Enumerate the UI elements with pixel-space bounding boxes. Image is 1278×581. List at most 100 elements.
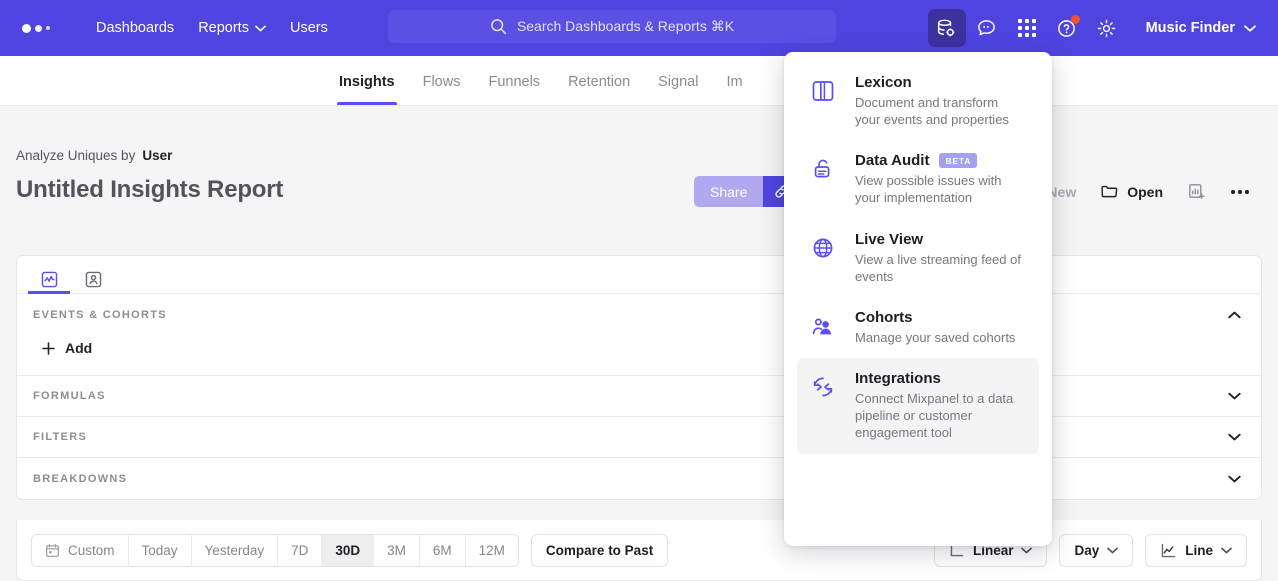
users-tab[interactable] xyxy=(77,265,109,293)
analyze-value[interactable]: User xyxy=(142,148,172,163)
data-management-icon[interactable] xyxy=(928,9,966,47)
chevron-down-icon[interactable] xyxy=(1224,388,1245,404)
section-events-cohorts-header[interactable]: EVENTS & COHORTS xyxy=(17,294,1261,335)
open-report-label: Open xyxy=(1127,184,1163,200)
date-range-6m-label: 6M xyxy=(433,543,452,558)
chevron-down-icon[interactable] xyxy=(1224,471,1245,487)
query-builder-tabs xyxy=(17,256,1261,294)
tab-insights[interactable]: Insights xyxy=(325,74,409,105)
add-event-button[interactable]: Add xyxy=(33,335,100,361)
date-range-12m-label: 12M xyxy=(479,543,505,558)
menu-item-lexicon[interactable]: Lexicon Document and transform your even… xyxy=(797,62,1039,140)
menu-item-integrations[interactable]: Integrations Connect Mixpanel to a data … xyxy=(797,358,1039,453)
tab-signal[interactable]: Signal xyxy=(644,74,712,105)
menu-item-live-view-title: Live View xyxy=(855,231,1025,248)
nav-item-dashboards[interactable]: Dashboards xyxy=(86,13,184,43)
tab-impact[interactable]: Im xyxy=(712,74,756,105)
chevron-up-icon[interactable] xyxy=(1224,307,1245,323)
mixpanel-logo[interactable] xyxy=(22,24,50,33)
compare-to-past-button[interactable]: Compare to Past xyxy=(531,534,668,567)
cohorts-people-icon xyxy=(809,309,839,346)
user-profile-icon xyxy=(84,270,103,289)
menu-item-integrations-label: Integrations xyxy=(855,370,941,387)
menu-item-cohorts-label: Cohorts xyxy=(855,309,913,326)
page-title[interactable]: Untitled Insights Report xyxy=(16,176,283,204)
date-range-custom[interactable]: Custom xyxy=(32,535,129,566)
folder-icon xyxy=(1100,182,1119,201)
date-range-3m-label: 3M xyxy=(387,543,406,558)
more-options-icon xyxy=(1230,189,1250,195)
date-range-3m[interactable]: 3M xyxy=(374,535,420,566)
tab-flows[interactable]: Flows xyxy=(409,74,475,105)
date-range-6m[interactable]: 6M xyxy=(420,535,466,566)
menu-item-live-view[interactable]: Live View View a live streaming feed of … xyxy=(797,219,1039,297)
menu-item-cohorts-desc: Manage your saved cohorts xyxy=(855,329,1025,346)
nav-item-reports-label: Reports xyxy=(198,20,249,36)
query-builder-card: EVENTS & COHORTS Add FORMULAS FILTERS xyxy=(16,255,1262,500)
tab-impact-label: Im xyxy=(726,74,742,90)
add-to-dashboard-button[interactable] xyxy=(1177,176,1216,207)
report-type-tabs: Insights Flows Funnels Retention Signal … xyxy=(0,56,1278,106)
chat-feedback-icon[interactable] xyxy=(968,9,1006,47)
date-range-selector: Custom Today Yesterday 7D 30D 3M 6M 12M xyxy=(31,534,519,567)
top-navigation-bar: Dashboards Reports Users Search Dashboar… xyxy=(0,0,1278,56)
project-selector-label: Music Finder xyxy=(1146,20,1235,36)
search-placeholder: Search Dashboards & Reports ⌘K xyxy=(517,18,734,35)
tab-retention[interactable]: Retention xyxy=(554,74,644,105)
date-range-today-label: Today xyxy=(142,543,178,558)
chart-type-selector-label: Line xyxy=(1185,543,1213,558)
project-selector[interactable]: Music Finder xyxy=(1134,13,1266,43)
tab-retention-label: Retention xyxy=(568,74,630,90)
nav-item-users-label: Users xyxy=(290,20,328,36)
date-range-30d-label: 30D xyxy=(335,543,360,558)
menu-item-data-audit[interactable]: Data Audit BETA View possible issues wit… xyxy=(797,140,1039,218)
tab-funnels-label: Funnels xyxy=(488,74,540,90)
date-range-today[interactable]: Today xyxy=(129,535,192,566)
add-event-label: Add xyxy=(65,340,92,356)
more-options-button[interactable] xyxy=(1220,183,1260,201)
activity-chart-icon xyxy=(40,270,59,289)
section-breakdowns[interactable]: BREAKDOWNS xyxy=(17,458,1261,499)
date-range-yesterday-label: Yesterday xyxy=(205,543,265,558)
apps-grid-glyph xyxy=(1018,19,1036,37)
date-range-7d[interactable]: 7D xyxy=(278,535,322,566)
share-button[interactable]: Share xyxy=(694,176,763,207)
menu-item-data-audit-desc: View possible issues with your implement… xyxy=(855,172,1025,206)
data-audit-lock-icon xyxy=(809,152,839,206)
section-filters[interactable]: FILTERS xyxy=(17,417,1261,458)
plus-icon xyxy=(41,341,56,356)
calendar-icon xyxy=(45,543,60,558)
tab-funnels[interactable]: Funnels xyxy=(474,74,554,105)
menu-item-lexicon-title: Lexicon xyxy=(855,74,1025,91)
settings-gear-icon[interactable] xyxy=(1088,9,1126,47)
chevron-down-icon xyxy=(255,25,266,32)
chevron-down-icon[interactable] xyxy=(1224,429,1245,445)
search-input[interactable]: Search Dashboards & Reports ⌘K xyxy=(388,10,836,43)
mixpanel-insights-page: Dashboards Reports Users Search Dashboar… xyxy=(0,0,1278,581)
chart-type-selector[interactable]: Line xyxy=(1145,534,1247,567)
menu-item-integrations-title: Integrations xyxy=(855,370,1025,387)
nav-item-reports[interactable]: Reports xyxy=(188,13,276,43)
open-report-button[interactable]: Open xyxy=(1090,176,1173,207)
tab-signal-label: Signal xyxy=(658,74,698,90)
section-breakdowns-label: BREAKDOWNS xyxy=(33,473,127,485)
events-metrics-tab[interactable] xyxy=(33,265,65,293)
live-view-globe-icon xyxy=(809,231,839,285)
menu-item-data-audit-title: Data Audit BETA xyxy=(855,152,1025,169)
compare-to-past-label: Compare to Past xyxy=(546,543,653,558)
beta-badge: BETA xyxy=(939,153,977,168)
date-range-yesterday[interactable]: Yesterday xyxy=(192,535,279,566)
chart-toolbar: Custom Today Yesterday 7D 30D 3M 6M 12M … xyxy=(16,520,1262,581)
date-range-30d[interactable]: 30D xyxy=(322,535,374,566)
nav-item-users[interactable]: Users xyxy=(280,13,338,43)
help-question-icon[interactable] xyxy=(1048,9,1086,47)
date-range-12m[interactable]: 12M xyxy=(466,535,518,566)
apps-grid-icon[interactable] xyxy=(1008,9,1046,47)
section-formulas[interactable]: FORMULAS xyxy=(17,376,1261,417)
menu-item-lexicon-label: Lexicon xyxy=(855,74,912,91)
line-chart-icon xyxy=(1160,542,1177,559)
interval-selector[interactable]: Day xyxy=(1059,534,1133,567)
menu-item-cohorts[interactable]: Cohorts Manage your saved cohorts xyxy=(797,297,1039,358)
menu-item-lexicon-desc: Document and transform your events and p… xyxy=(855,94,1025,128)
primary-nav: Dashboards Reports Users xyxy=(86,13,338,43)
